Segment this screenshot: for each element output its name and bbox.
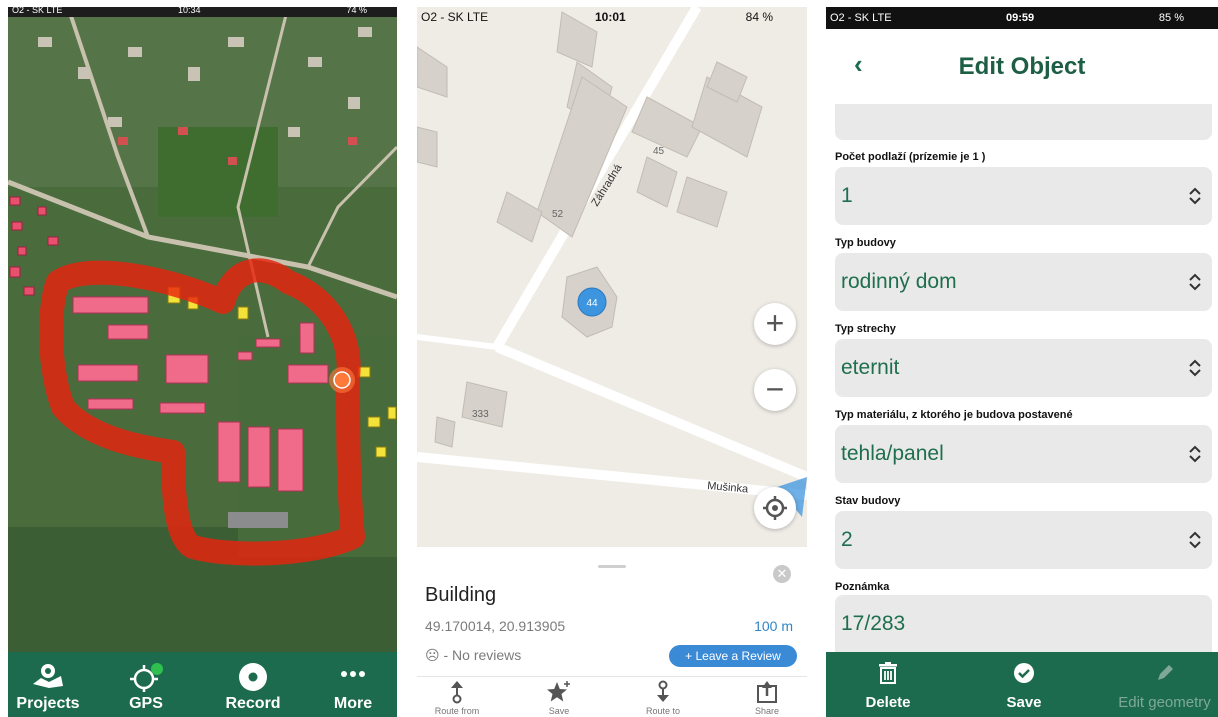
chevron-updown-icon — [1189, 445, 1201, 463]
save-button[interactable]: Save — [984, 652, 1064, 717]
field-material[interactable]: tehla/panel — [835, 425, 1212, 483]
star-icon — [547, 681, 570, 702]
page-title: Edit Object — [958, 53, 1086, 80]
record-icon — [239, 663, 267, 691]
battery-label: 85 % — [1158, 12, 1184, 24]
poi-marker-label: 44 — [586, 298, 598, 309]
action-label: Share — [754, 706, 780, 716]
field-label-material: Typ materiálu, z ktorého je budova posta… — [835, 409, 1073, 421]
sheet-drag-handle[interactable] — [598, 565, 626, 568]
previous-field-box[interactable] — [835, 104, 1212, 140]
chevron-updown-icon — [1189, 531, 1201, 549]
status-bar: O2 - SK LTE 10:01 84 % — [417, 7, 807, 27]
house-number-45: 45 — [653, 146, 665, 157]
route-from-icon — [451, 681, 463, 704]
field-value: 1 — [841, 184, 853, 207]
tab-record[interactable]: Record — [213, 652, 293, 717]
divider — [417, 676, 807, 677]
field-value: tehla/panel — [841, 442, 944, 465]
leave-review-button[interactable]: + Leave a Review — [669, 645, 797, 667]
time-label: 10:34 — [178, 7, 201, 15]
place-details-sheet: ✕ Building 49.170014, 20.913905 100 m ☹ … — [417, 547, 807, 717]
trash-icon — [879, 662, 897, 684]
field-value: 17/283 — [841, 612, 906, 635]
status-bar: O2 - SK LTE 10:34 74 % — [8, 7, 397, 17]
delete-button[interactable]: Delete — [848, 652, 928, 717]
form-action-bar: Delete Save Edit geometry — [826, 652, 1218, 717]
battery-label: 84 % — [745, 10, 773, 24]
place-title: Building — [425, 584, 497, 606]
action-label: Route from — [434, 706, 480, 716]
field-condition[interactable]: 2 — [835, 511, 1212, 569]
time-label: 10:01 — [595, 10, 626, 24]
map-canvas[interactable]: 52 45 333 Záhradná Mušinka 44 — [417, 7, 807, 547]
crosshair-icon — [130, 663, 163, 692]
field-value: 2 — [841, 528, 853, 551]
field-label-condition: Stav budovy — [835, 495, 901, 507]
close-button[interactable]: ✕ — [773, 565, 791, 583]
field-building-type[interactable]: rodinný dom — [835, 253, 1212, 311]
carrier-label: O2 - SK LTE — [830, 12, 892, 24]
field-label-floors: Počet podlaží (prízemie je 1 ) — [835, 151, 986, 163]
chevron-updown-icon — [1189, 273, 1201, 291]
chevron-updown-icon — [1189, 187, 1201, 205]
pencil-icon — [1157, 665, 1173, 680]
map-pin-icon — [33, 664, 63, 688]
my-location-button[interactable] — [754, 487, 796, 529]
chevron-updown-icon — [1189, 359, 1201, 377]
tab-label: More — [333, 695, 373, 712]
satellite-map[interactable] — [8, 7, 397, 652]
phone-edit-object: O2 - SK LTE 09:59 85 % ‹ Edit Object Poč… — [826, 7, 1218, 717]
place-distance: 100 m — [754, 618, 793, 634]
tab-label: GPS — [129, 695, 163, 712]
time-label: 09:59 — [1006, 12, 1035, 24]
tab-label: Record — [225, 695, 281, 712]
house-number-333: 333 — [472, 409, 489, 420]
tab-projects[interactable]: Projects — [8, 652, 88, 717]
tab-more[interactable]: More — [313, 652, 393, 717]
share-icon — [757, 681, 777, 703]
phone-map-satellite: O2 - SK LTE 10:34 74 % Projects GPS Reco… — [8, 7, 397, 717]
place-coordinates: 49.170014, 20.913905 — [425, 618, 566, 634]
house-number-52: 52 — [552, 209, 564, 220]
main-tab-bar: Projects GPS Record More — [8, 652, 397, 717]
field-value: rodinný dom — [841, 270, 957, 293]
more-icon — [341, 671, 365, 677]
zoom-out-button[interactable]: − — [754, 369, 796, 411]
action-label: Save — [548, 706, 570, 716]
action-label: Route to — [645, 706, 681, 716]
carrier-label: O2 - SK LTE — [12, 7, 63, 15]
field-floors[interactable]: 1 — [835, 167, 1212, 225]
field-label-roof-type: Typ strechy — [835, 323, 896, 335]
phone-map-details: 52 45 333 Záhradná Mušinka 44 O2 - SK LT… — [417, 7, 807, 717]
nav-bar: ‹ Edit Object — [826, 29, 1218, 104]
edit-geometry-button[interactable]: Edit geometry — [1111, 652, 1218, 717]
field-value: eternit — [841, 356, 900, 379]
carrier-label: O2 - SK LTE — [421, 10, 489, 24]
battery-label: 74 % — [346, 7, 367, 15]
tab-label: Projects — [16, 695, 80, 712]
check-circle-icon — [1014, 663, 1034, 683]
zoom-in-button[interactable]: + — [754, 303, 796, 345]
field-note[interactable]: 17/283 — [835, 595, 1212, 652]
tab-gps[interactable]: GPS — [106, 652, 186, 717]
crosshair-icon — [763, 496, 787, 520]
field-label-note: Poznámka — [835, 581, 890, 593]
field-label-building-type: Typ budovy — [835, 237, 896, 249]
field-roof-type[interactable]: eternit — [835, 339, 1212, 397]
action-label: Delete — [865, 694, 911, 711]
action-label: Edit geometry — [1118, 694, 1211, 711]
route-to-icon — [657, 680, 669, 702]
status-bar: O2 - SK LTE 09:59 85 % — [826, 7, 1218, 29]
reviews-summary: ☹ - No reviews — [425, 647, 522, 663]
vector-map[interactable]: 52 45 333 Záhradná Mušinka 44 O2 - SK LT… — [417, 7, 807, 547]
action-label: Save — [1006, 694, 1042, 711]
